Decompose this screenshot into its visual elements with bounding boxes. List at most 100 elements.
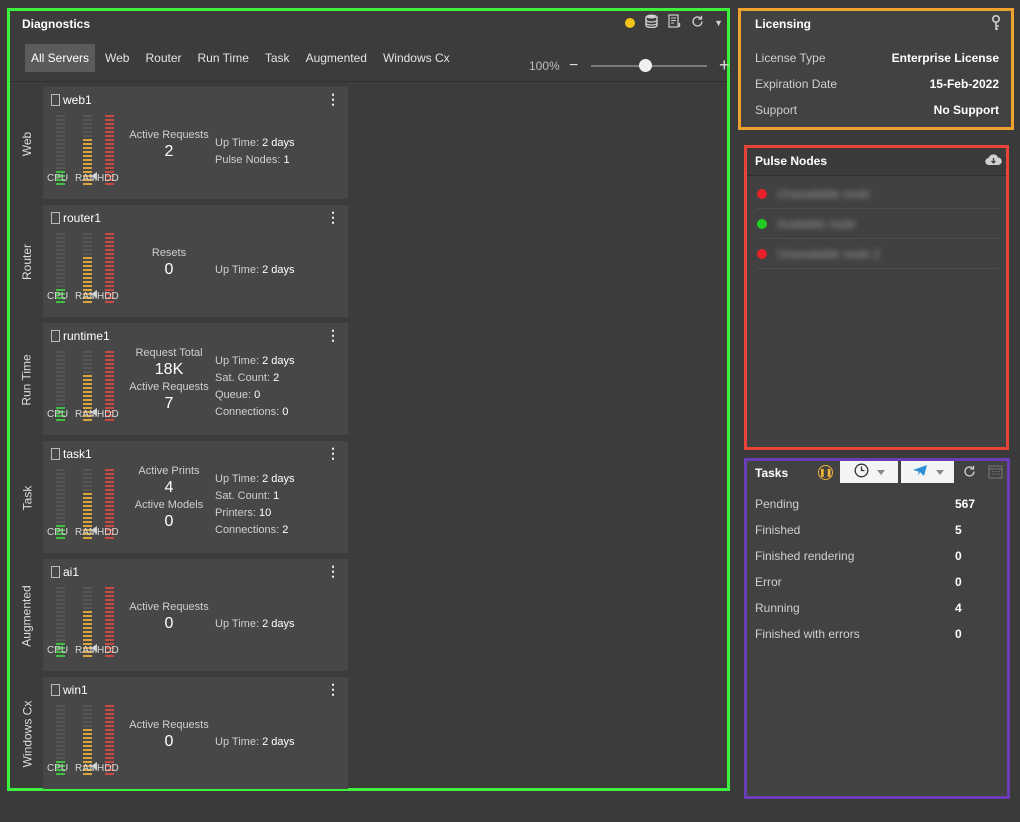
- info-line: Up Time: 2 days: [215, 471, 295, 488]
- server-card[interactable]: web1 ⋮ CPU RAM HDD Active Requests 2 Up T…: [43, 87, 348, 199]
- chevron-down-icon[interactable]: ▼: [714, 18, 723, 28]
- task-stat-row: Pending 567: [755, 497, 985, 511]
- server-info: Up Time: 2 days: [215, 616, 295, 633]
- stat-block: Resets 0: [125, 247, 213, 279]
- stat-value: 0: [164, 261, 174, 278]
- status-dot-icon[interactable]: [625, 17, 636, 28]
- more-options-icon[interactable]: ⋮: [326, 209, 340, 226]
- server-group-text: Task: [20, 485, 34, 511]
- server-stats: Resets 0: [125, 247, 213, 279]
- info-line: Sat. Count: 2: [215, 370, 295, 387]
- key-icon: [991, 14, 1001, 34]
- stat-label: Active Requests: [129, 601, 209, 613]
- server-icon: [51, 94, 60, 106]
- pause-icon[interactable]: ❚❚: [818, 465, 833, 480]
- support-label: Support: [755, 103, 798, 117]
- server-name-text: runtime1: [63, 329, 110, 343]
- server-name: web1: [51, 93, 92, 107]
- server-card[interactable]: router1 ⋮ CPU RAM HDD Resets 0 Up Time: 2…: [43, 205, 348, 317]
- info-label: Up Time:: [215, 355, 260, 367]
- pulse-node-item[interactable]: Unavailable node 2: [757, 239, 998, 269]
- meter-labels: CPU RAM HDD: [47, 763, 119, 774]
- license-type-label: License Type: [755, 51, 826, 65]
- tab-augmented[interactable]: Augmented: [300, 44, 373, 72]
- zoom-in-button[interactable]: +: [719, 55, 730, 76]
- license-type-value: Enterprise License: [891, 51, 999, 65]
- licensing-panel: Licensing License Type Enterprise Licens…: [738, 8, 1014, 130]
- pulse-node-item[interactable]: Available node: [757, 209, 998, 239]
- server-card[interactable]: ai1 ⋮ CPU RAM HDD Active Requests 0 Up Ti…: [43, 559, 348, 671]
- task-stat-value: 0: [955, 549, 962, 563]
- zoom-slider[interactable]: [591, 58, 707, 72]
- refresh-icon[interactable]: [963, 465, 976, 481]
- cloud-download-icon[interactable]: [985, 153, 1002, 169]
- tab-run-time[interactable]: Run Time: [192, 44, 255, 72]
- more-options-icon[interactable]: ⋮: [326, 327, 340, 344]
- support-value: No Support: [933, 103, 999, 117]
- chevron-down-icon: [935, 469, 944, 475]
- server-row: Task task1 ⋮ CPU RAM HDD Active Prints 4…: [13, 441, 348, 555]
- server-name-text: task1: [63, 447, 92, 461]
- info-label: Sat. Count:: [215, 372, 271, 384]
- divider: [10, 81, 727, 82]
- server-stats: Request Total 18K Active Requests 7: [125, 347, 213, 413]
- tasks-title: Tasks: [755, 466, 789, 480]
- pulse-node-item[interactable]: Unavailable node: [757, 179, 998, 209]
- schedule-dropdown[interactable]: [840, 461, 898, 483]
- server-info: Up Time: 2 days Pulse Nodes: 1: [215, 135, 295, 169]
- info-label: Sat. Count:: [215, 490, 271, 502]
- ram-label: RAM: [75, 763, 98, 774]
- more-options-icon[interactable]: ⋮: [326, 91, 340, 108]
- info-line: Up Time: 2 days: [215, 734, 295, 751]
- more-options-icon[interactable]: ⋮: [326, 445, 340, 462]
- more-options-icon[interactable]: ⋮: [326, 681, 340, 698]
- server-card[interactable]: runtime1 ⋮ CPU RAM HDD Request Total 18K…: [43, 323, 348, 435]
- status-dot-icon: [757, 188, 767, 199]
- server-row: Run Time runtime1 ⋮ CPU RAM HDD Request …: [13, 323, 348, 437]
- task-stat-label: Pending: [755, 497, 800, 511]
- server-group-label: Web: [13, 87, 41, 201]
- refresh-icon[interactable]: [691, 15, 704, 31]
- pulse-node-name: Unavailable node 2: [777, 246, 880, 261]
- task-stat-value: 0: [955, 575, 962, 589]
- info-label: Connections:: [215, 406, 280, 418]
- status-dot-icon: [757, 248, 767, 259]
- ram-label: RAM: [75, 173, 98, 184]
- tab-task[interactable]: Task: [259, 44, 296, 72]
- info-label: Pulse Nodes:: [215, 154, 281, 166]
- tab-windows-cx[interactable]: Windows Cx: [377, 44, 456, 72]
- server-card[interactable]: task1 ⋮ CPU RAM HDD Active Prints 4 Acti…: [43, 441, 348, 553]
- info-line: Up Time: 2 days: [215, 262, 295, 279]
- expiration-date-row: Expiration Date 15-Feb-2022: [755, 77, 999, 91]
- database-icon[interactable]: [645, 14, 658, 31]
- task-stat-value: 5: [955, 523, 962, 537]
- server-icon: [51, 212, 60, 224]
- send-dropdown[interactable]: [901, 461, 954, 483]
- tab-web[interactable]: Web: [99, 44, 135, 72]
- tasks-panel: Tasks ❚❚ Pending 567 Finished 5 Finished ren…: [744, 458, 1010, 799]
- task-stat-label: Error: [755, 575, 782, 589]
- stat-label: Active Prints: [138, 465, 200, 477]
- zoom-slider-handle[interactable]: [639, 58, 652, 72]
- stat-label: Active Models: [134, 499, 204, 511]
- info-label: Printers:: [215, 507, 256, 519]
- meter-labels: CPU RAM HDD: [47, 527, 119, 538]
- tab-router[interactable]: Router: [139, 44, 187, 72]
- info-value: 2 days: [262, 264, 295, 276]
- info-label: Up Time:: [215, 736, 260, 748]
- server-card[interactable]: win1 ⋮ CPU RAM HDD Active Requests 0 Up T…: [43, 677, 348, 789]
- diagnostics-title: Diagnostics: [22, 17, 91, 31]
- info-value: 2: [282, 524, 289, 536]
- tab-all-servers[interactable]: All Servers: [25, 44, 96, 72]
- meter-labels: CPU RAM HDD: [47, 645, 119, 656]
- log-icon[interactable]: [668, 14, 681, 31]
- license-type-row: License Type Enterprise License: [755, 51, 999, 65]
- pulse-nodes-panel: Pulse Nodes Unavailable node Available no…: [744, 145, 1009, 450]
- task-stat-label: Finished rendering: [755, 549, 855, 563]
- zoom-out-button[interactable]: −: [569, 57, 585, 75]
- info-value: 2: [273, 372, 280, 384]
- more-options-icon[interactable]: ⋮: [326, 563, 340, 580]
- task-stat-label: Running: [755, 601, 800, 615]
- server-group-label: Windows Cx: [13, 677, 41, 791]
- calendar-icon[interactable]: [988, 464, 1003, 482]
